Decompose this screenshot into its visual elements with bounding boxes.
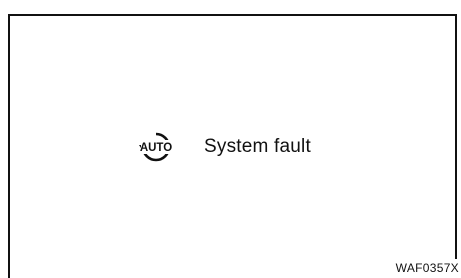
frame-edge [8,257,10,278]
auto-icon-label: AUTO [140,142,172,154]
system-fault-message: AUTO System fault [134,132,311,162]
figure-code: WAF0357X [395,261,459,275]
status-message: System fault [204,136,311,157]
auto-stop-start-icon: AUTO [139,132,172,162]
